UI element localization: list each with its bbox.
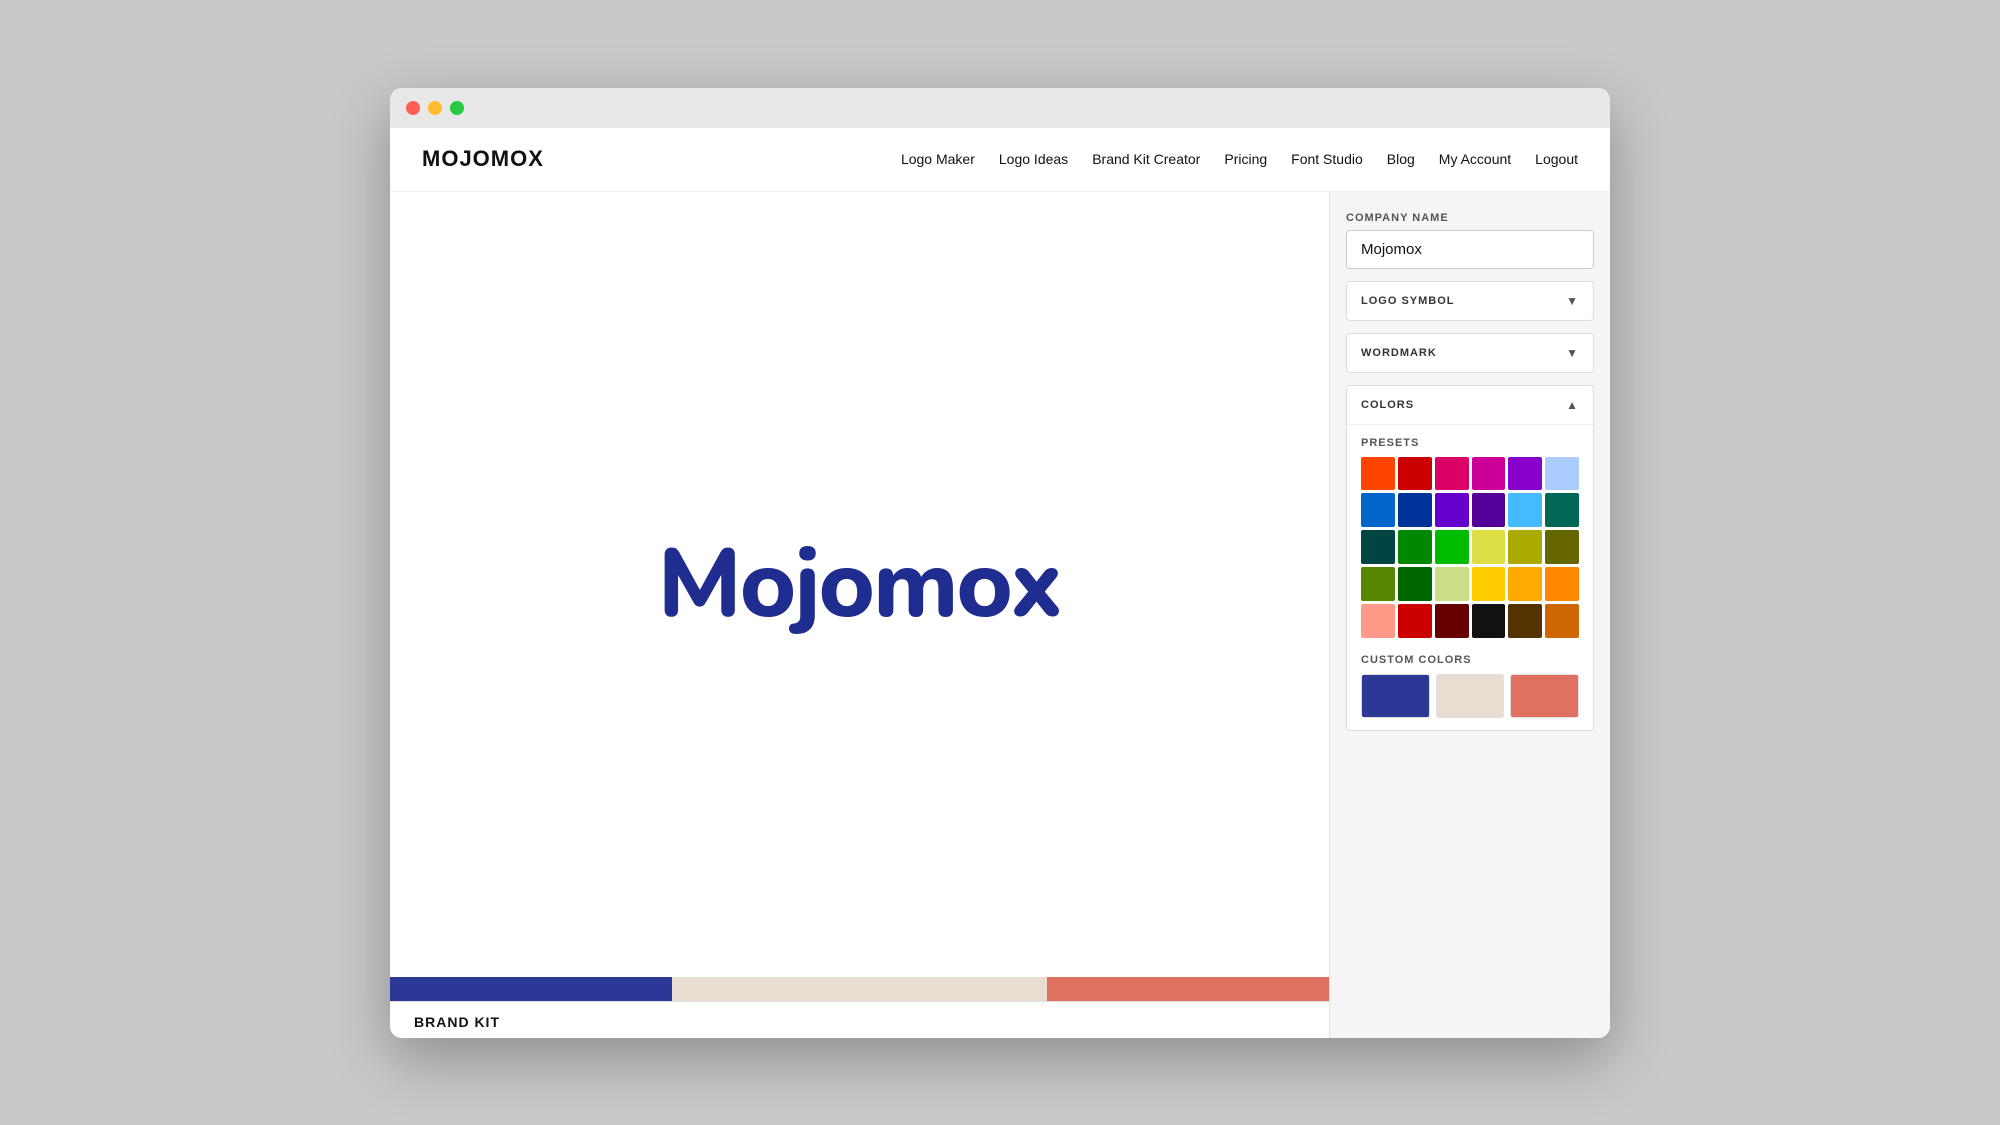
preset-swatch-24[interactable]: [1361, 604, 1395, 638]
custom-colors-label: CUSTOM COLORS: [1361, 654, 1579, 666]
preset-swatch-23[interactable]: [1545, 567, 1579, 601]
preset-swatch-28[interactable]: [1508, 604, 1542, 638]
custom-swatch-1[interactable]: [1436, 674, 1505, 718]
preset-swatch-5[interactable]: [1545, 457, 1579, 491]
preset-swatch-7[interactable]: [1398, 493, 1432, 527]
nav-link-logo-maker[interactable]: Logo Maker: [901, 151, 975, 167]
wordmark-accordion[interactable]: WORDMARK ▼: [1346, 333, 1594, 373]
preset-swatch-8[interactable]: [1435, 493, 1469, 527]
sidebar: COMPANY NAME LOGO SYMBOL ▼ WORDMARK ▼: [1330, 192, 1610, 1038]
canvas-preview: Mojomox: [390, 192, 1329, 977]
colors-label: COLORS: [1361, 399, 1414, 411]
logo-symbol-arrow: ▼: [1566, 294, 1579, 308]
close-button[interactable]: [406, 101, 420, 115]
preset-swatch-0[interactable]: [1361, 457, 1395, 491]
preset-swatch-2[interactable]: [1435, 457, 1469, 491]
custom-colors-row: [1361, 674, 1579, 718]
preset-swatch-15[interactable]: [1472, 530, 1506, 564]
preset-swatch-12[interactable]: [1361, 530, 1395, 564]
color-bar-segment: [390, 977, 672, 1001]
color-bar: [390, 977, 1329, 1001]
brand-logo-display: Mojomox: [658, 519, 1062, 650]
browser-window: MOJOMOX Logo Maker Logo Ideas Brand Kit Cr…: [390, 88, 1610, 1038]
preset-swatch-4[interactable]: [1508, 457, 1542, 491]
wordmark-arrow: ▼: [1566, 346, 1579, 360]
canvas-area: Mojomox BRAND KIT: [390, 192, 1330, 1038]
nav-link-brand-kit-creator[interactable]: Brand Kit Creator: [1092, 151, 1200, 167]
logo-symbol-label: LOGO SYMBOL: [1361, 295, 1455, 307]
nav-links: Logo Maker Logo Ideas Brand Kit Creator Pri…: [901, 151, 1578, 167]
color-presets-grid: [1361, 457, 1579, 638]
minimize-button[interactable]: [428, 101, 442, 115]
colors-arrow: ▲: [1566, 398, 1579, 412]
brand-kit-label: BRAND KIT: [390, 1001, 1329, 1038]
logo-symbol-accordion[interactable]: LOGO SYMBOL ▼: [1346, 281, 1594, 321]
preset-swatch-13[interactable]: [1398, 530, 1432, 564]
navbar: MOJOMOX Logo Maker Logo Ideas Brand Kit Cr…: [390, 128, 1610, 192]
preset-swatch-6[interactable]: [1361, 493, 1395, 527]
preset-swatch-19[interactable]: [1398, 567, 1432, 601]
color-bar-segment: [1047, 977, 1329, 1001]
colors-section: COLORS ▲ PRESETS CUSTOM COLORS: [1346, 385, 1594, 731]
colors-body: PRESETS CUSTOM COLORS: [1347, 424, 1593, 730]
wordmark-label: WORDMARK: [1361, 347, 1437, 359]
nav-link-logo-ideas[interactable]: Logo Ideas: [999, 151, 1068, 167]
preset-swatch-9[interactable]: [1472, 493, 1506, 527]
preset-swatch-22[interactable]: [1508, 567, 1542, 601]
titlebar: [390, 88, 1610, 128]
preset-swatch-3[interactable]: [1472, 457, 1506, 491]
company-name-input[interactable]: [1346, 230, 1594, 269]
nav-link-pricing[interactable]: Pricing: [1224, 151, 1267, 167]
preset-swatch-21[interactable]: [1472, 567, 1506, 601]
company-name-label: COMPANY NAME: [1346, 212, 1594, 224]
preset-swatch-29[interactable]: [1545, 604, 1579, 638]
custom-swatch-2[interactable]: [1510, 674, 1579, 718]
preset-swatch-16[interactable]: [1508, 530, 1542, 564]
preset-swatch-1[interactable]: [1398, 457, 1432, 491]
window-body: MOJOMOX Logo Maker Logo Ideas Brand Kit Cr…: [390, 128, 1610, 1038]
nav-link-blog[interactable]: Blog: [1387, 151, 1415, 167]
color-bar-segment: [672, 977, 1048, 1001]
preset-swatch-20[interactable]: [1435, 567, 1469, 601]
desktop: MOJOMOX Logo Maker Logo Ideas Brand Kit Cr…: [0, 0, 2000, 1125]
preset-swatch-11[interactable]: [1545, 493, 1579, 527]
preset-swatch-26[interactable]: [1435, 604, 1469, 638]
presets-label: PRESETS: [1361, 437, 1579, 449]
nav-link-my-account[interactable]: My Account: [1439, 151, 1511, 167]
preset-swatch-17[interactable]: [1545, 530, 1579, 564]
preset-swatch-18[interactable]: [1361, 567, 1395, 601]
main-content: Mojomox BRAND KIT COMPANY NAME: [390, 192, 1610, 1038]
preset-swatch-10[interactable]: [1508, 493, 1542, 527]
company-name-group: COMPANY NAME: [1346, 212, 1594, 269]
colors-accordion-header[interactable]: COLORS ▲: [1347, 386, 1593, 424]
preset-swatch-14[interactable]: [1435, 530, 1469, 564]
custom-swatch-0[interactable]: [1361, 674, 1430, 718]
preset-swatch-27[interactable]: [1472, 604, 1506, 638]
nav-link-font-studio[interactable]: Font Studio: [1291, 151, 1363, 167]
nav-link-logout[interactable]: Logout: [1535, 151, 1578, 167]
site-logo: MOJOMOX: [422, 146, 544, 172]
preset-swatch-25[interactable]: [1398, 604, 1432, 638]
maximize-button[interactable]: [450, 101, 464, 115]
